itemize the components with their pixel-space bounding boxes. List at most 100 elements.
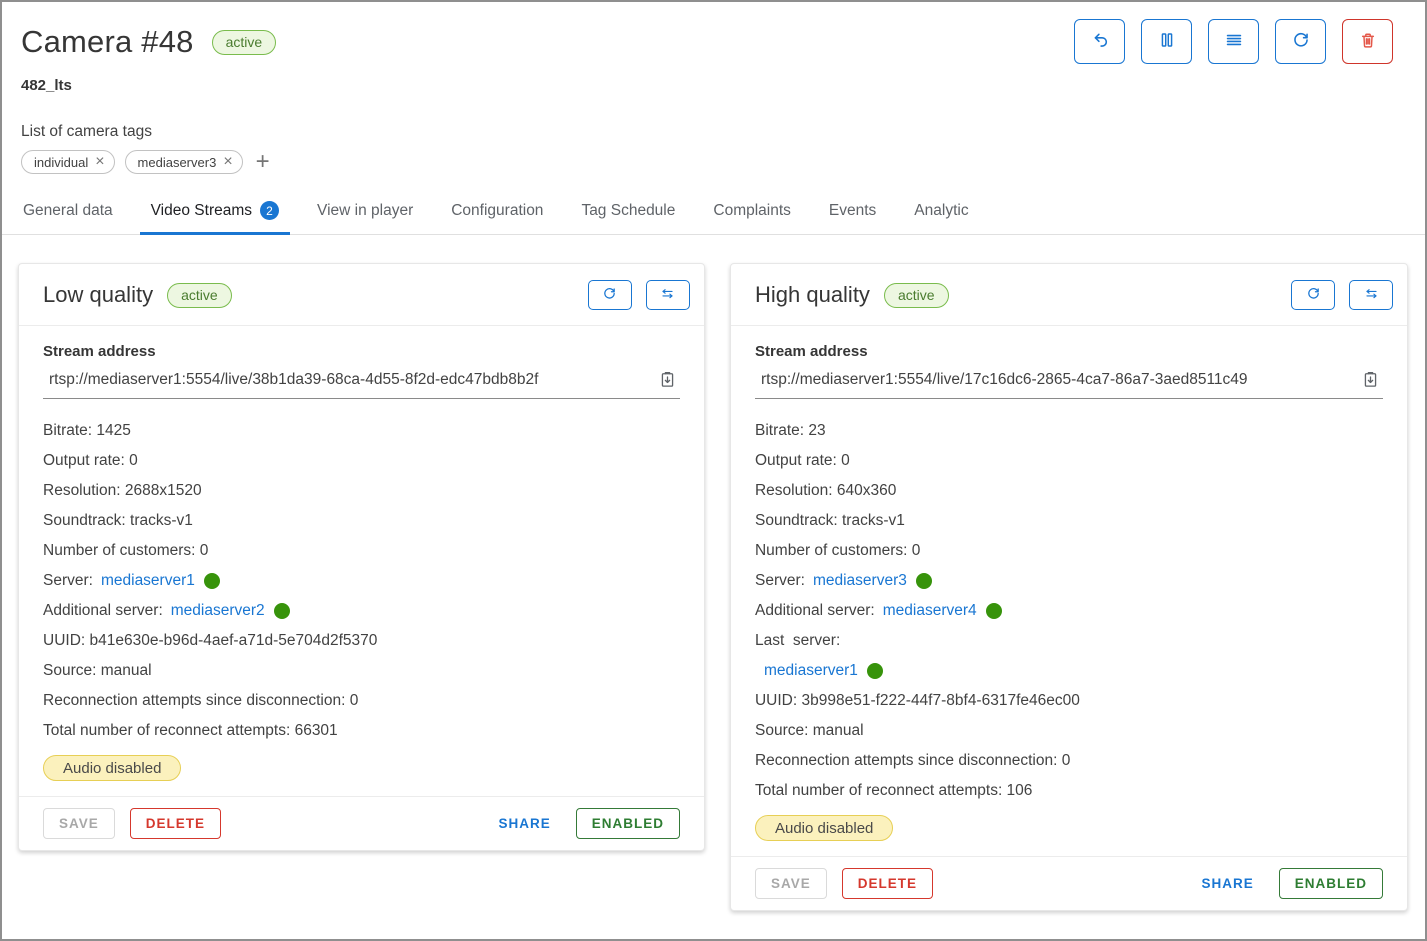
paste-icon[interactable] [657,369,678,390]
soundtrack: Soundtrack: tracks-v1 [755,506,1383,536]
server-label: Server: [43,572,93,590]
page-title: Camera #48 [21,24,194,60]
uuid: UUID: b41e630e-b96d-4aef-a71d-5e704d2f53… [43,626,680,656]
customers-count: Number of customers: 0 [43,536,680,566]
camera-status-badge: active [212,30,277,55]
delete-camera-button[interactable] [1342,19,1393,64]
server-label: Server: [755,572,805,590]
bitrate: Bitrate: 23 [755,416,1383,446]
stream-info-list: Bitrate: 23 Output rate: 0 Resolution: 6… [755,399,1383,806]
card-body: Stream address Bitrate: 1425 Output rate… [19,326,704,796]
page-header: Camera #48 active 482_lts List of camera… [2,2,1425,174]
pause-icon [1156,29,1178,54]
tab-general-data[interactable]: General data [4,201,132,234]
refresh-camera-button[interactable] [1275,19,1326,64]
server-online-dot [867,663,883,679]
total-reconnect-attempts: Total number of reconnect attempts: 106 [755,776,1383,806]
refresh-icon [1290,29,1312,54]
enabled-toggle-button[interactable]: ENABLED [576,808,680,839]
additional-server-row: Additional server: mediaserver2 [43,596,680,626]
server-row: Server: mediaserver3 [755,566,1383,596]
last-server-label: Last server: [755,626,1383,656]
close-icon[interactable]: × [95,154,104,170]
camera-toolbar [1074,19,1393,64]
last-server-row: mediaserver1 [755,656,1383,686]
stream-address-input[interactable] [761,371,1360,389]
tab-video-streams[interactable]: Video Streams 2 [132,201,298,234]
refresh-stream-button[interactable] [588,280,632,310]
tab-configuration[interactable]: Configuration [432,201,562,234]
camera-name: 482_lts [21,77,1393,94]
reconnection-attempts: Reconnection attempts since disconnectio… [755,746,1383,776]
stream-address-row [755,362,1383,399]
server-online-dot [274,603,290,619]
uuid: UUID: 3b998e51-f222-44f7-8bf4-6317fe46ec… [755,686,1383,716]
delete-stream-button[interactable]: DELETE [130,808,221,839]
stream-info-list: Bitrate: 1425 Output rate: 0 Resolution:… [43,399,680,746]
swap-horizontal-icon [659,285,676,305]
swap-horizontal-icon [1363,285,1380,305]
tags-row: individual × mediaserver3 × + [21,150,1393,174]
swap-stream-button[interactable] [646,280,690,310]
add-tag-button[interactable]: + [253,150,273,174]
swap-stream-button[interactable] [1349,280,1393,310]
undo-button[interactable] [1074,19,1125,64]
tag-label: individual [34,155,88,170]
tabs-bar: General data Video Streams 2 View in pla… [2,201,1425,235]
refresh-icon [1305,285,1322,305]
stream-status-badge: active [167,283,232,308]
delete-stream-button[interactable]: DELETE [842,868,933,899]
server-link[interactable]: mediaserver3 [813,572,907,590]
output-rate: Output rate: 0 [43,446,680,476]
pause-stream-button[interactable] [1141,19,1192,64]
tab-complaints[interactable]: Complaints [694,201,810,234]
audio-disabled-badge: Audio disabled [43,755,181,781]
undo-icon [1089,29,1111,54]
stream-address-input[interactable] [49,371,657,389]
tag-label: mediaserver3 [138,155,217,170]
close-icon[interactable]: × [223,154,232,170]
refresh-stream-button[interactable] [1291,280,1335,310]
customers-count: Number of customers: 0 [755,536,1383,566]
tag-chip: individual × [21,150,115,174]
enabled-toggle-button[interactable]: ENABLED [1279,868,1383,899]
tab-view-in-player[interactable]: View in player [298,201,432,234]
output-rate: Output rate: 0 [755,446,1383,476]
reconnection-attempts: Reconnection attempts since disconnectio… [43,686,680,716]
card-footer: SAVE DELETE SHARE ENABLED [19,796,704,850]
server-online-dot [986,603,1002,619]
stream-address-label: Stream address [43,343,680,360]
stream-title: Low quality [43,282,153,308]
tab-tag-schedule[interactable]: Tag Schedule [562,201,694,234]
tags-label: List of camera tags [21,123,1393,141]
share-button[interactable]: SHARE [488,808,560,839]
additional-server-link[interactable]: mediaserver4 [883,602,977,620]
resolution: Resolution: 640x360 [755,476,1383,506]
last-server-link[interactable]: mediaserver1 [764,662,858,680]
stream-title: High quality [755,282,870,308]
source: Source: manual [43,656,680,686]
source: Source: manual [755,716,1383,746]
total-reconnect-attempts: Total number of reconnect attempts: 6630… [43,716,680,746]
save-button[interactable]: SAVE [43,808,115,839]
additional-server-link[interactable]: mediaserver2 [171,602,265,620]
audio-disabled-badge: Audio disabled [755,815,893,841]
share-button[interactable]: SHARE [1191,868,1263,899]
resolution: Resolution: 2688x1520 [43,476,680,506]
card-header: High quality active [731,264,1407,326]
list-icon [1223,29,1245,54]
bitrate: Bitrate: 1425 [43,416,680,446]
server-row: Server: mediaserver1 [43,566,680,596]
stream-status-badge: active [884,283,949,308]
paste-icon[interactable] [1360,369,1381,390]
tab-analytic[interactable]: Analytic [895,201,987,234]
server-online-dot [204,573,220,589]
soundtrack: Soundtrack: tracks-v1 [43,506,680,536]
log-list-button[interactable] [1208,19,1259,64]
card-body: Stream address Bitrate: 23 Output rate: … [731,326,1407,856]
additional-server-label: Additional server: [755,602,875,620]
tab-events[interactable]: Events [810,201,895,234]
save-button[interactable]: SAVE [755,868,827,899]
server-link[interactable]: mediaserver1 [101,572,195,590]
stream-card-high-quality: High quality active [730,263,1408,911]
